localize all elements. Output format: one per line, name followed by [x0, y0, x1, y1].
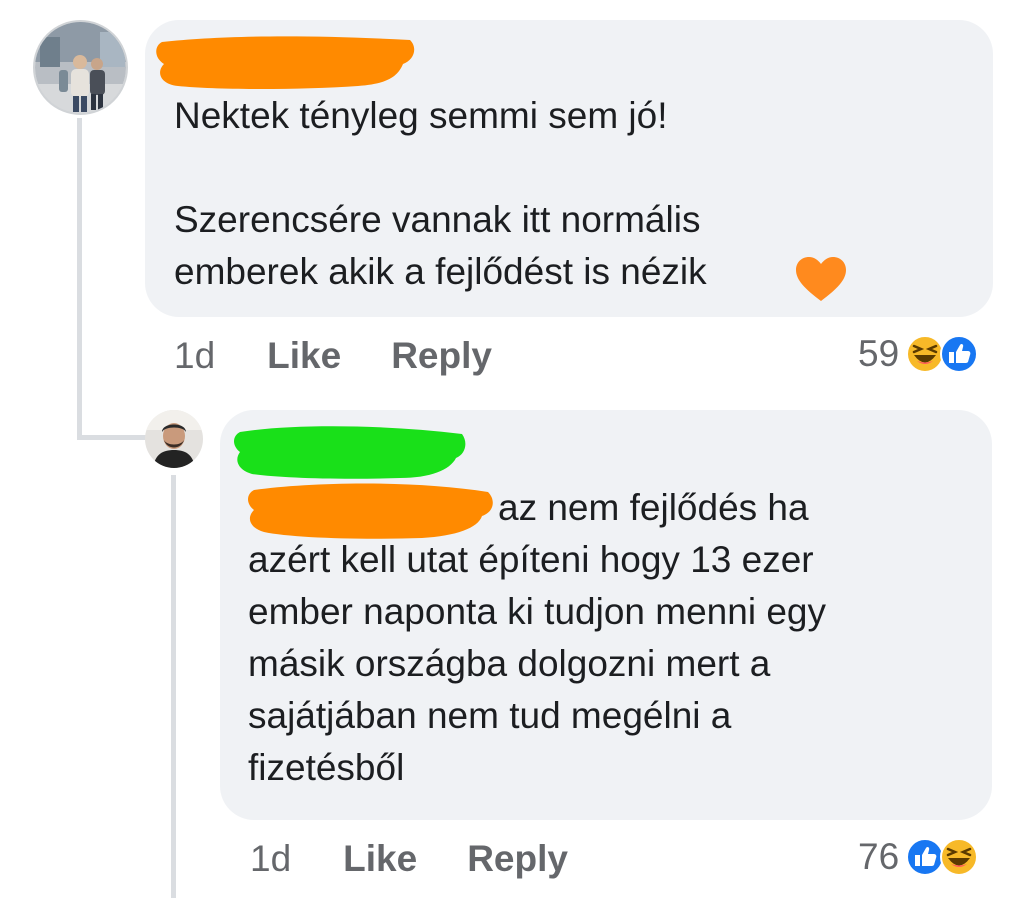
like-button[interactable]: Like: [267, 335, 341, 377]
haha-icon: [940, 838, 979, 876]
reaction-summary[interactable]: 76: [858, 836, 979, 878]
comment-timestamp[interactable]: 1d: [174, 335, 215, 377]
thread-line-vertical: [77, 118, 82, 440]
avatar-photo: [35, 22, 126, 113]
comment-actions: 1d Like Reply: [250, 838, 568, 880]
reply-button[interactable]: Reply: [391, 335, 492, 377]
comment-timestamp[interactable]: 1d: [250, 838, 291, 880]
orange-heart-icon: [796, 257, 846, 301]
reply-button[interactable]: Reply: [467, 838, 568, 880]
comment-actions: 1d Like Reply: [174, 335, 492, 377]
redacted-author-name: [156, 36, 415, 89]
reply-thread-line: [171, 475, 176, 898]
avatar[interactable]: [33, 20, 128, 115]
thread-line-horizontal: [77, 435, 147, 440]
like-button[interactable]: Like: [343, 838, 417, 880]
reaction-count: 76: [858, 836, 900, 877]
comment-text: Nektek tényleg semmi sem jó! Szerencsére…: [174, 95, 707, 292]
redacted-author-name: [234, 426, 466, 479]
like-icon: [940, 335, 979, 373]
reaction-count: 59: [858, 333, 900, 374]
avatar-photo: [145, 410, 203, 468]
avatar[interactable]: [145, 410, 203, 468]
reaction-summary[interactable]: 59: [858, 333, 979, 375]
comment-text: az nem fejlődés ha azért kell utat építe…: [248, 487, 826, 788]
